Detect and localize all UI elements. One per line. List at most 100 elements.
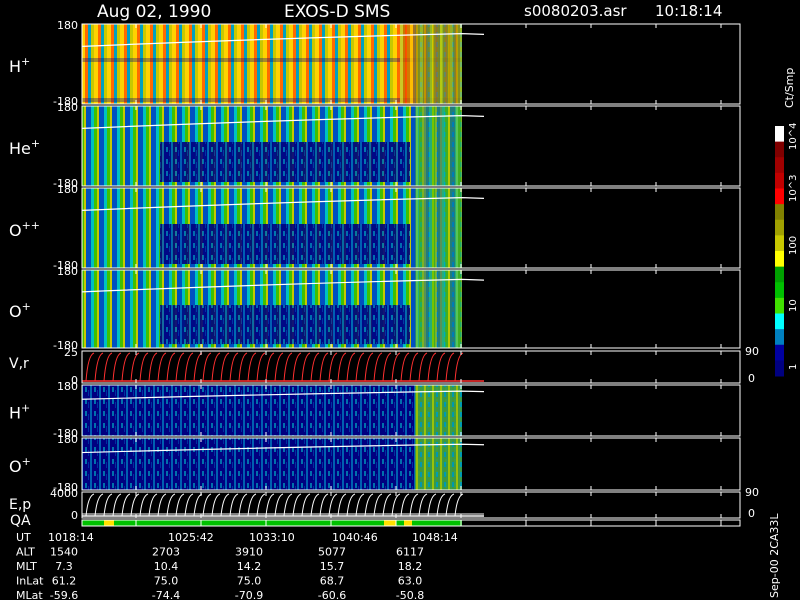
- colorbar-swatch: [775, 297, 784, 314]
- panel-vr: V,r250900: [9, 345, 759, 387]
- footer-value: 1018:14: [48, 531, 94, 544]
- colorbar-swatch: [775, 235, 784, 252]
- ylabel-he_plus: He+: [9, 137, 40, 158]
- colorbar-swatch: [775, 157, 784, 174]
- footer-value: 3910: [235, 546, 263, 559]
- footer-value: 61.2: [52, 575, 77, 588]
- colorbar-label: 10: [788, 299, 799, 312]
- panel-o_plus: O+180-180: [9, 265, 741, 352]
- panel-ep: E,p 4000 0 90 0: [9, 486, 759, 522]
- ytick-top: 180: [57, 183, 78, 196]
- panel-o_plus2: O+180-180: [9, 433, 741, 494]
- footer-value: 68.7: [320, 575, 345, 588]
- footer-value: 1048:14: [412, 531, 458, 544]
- colorbar-swatch: [775, 204, 784, 221]
- ytick-top: 180: [57, 101, 78, 114]
- ylabel-h_plus: H+: [9, 55, 30, 76]
- ylabel-o_plus: O+: [9, 300, 31, 321]
- ylabel-ep: E,p: [9, 497, 31, 513]
- header-instrument: EXOS-D SMS: [284, 2, 390, 22]
- footer-label-alt: ALT: [16, 546, 35, 559]
- footer-value: 1025:42: [168, 531, 214, 544]
- ytick-top: 25: [64, 346, 78, 359]
- sweep-traces-ep: [85, 493, 464, 517]
- ylabel-vr: V,r: [9, 356, 29, 372]
- footer-value: -74.4: [152, 589, 180, 600]
- footer-value: 15.7: [320, 560, 345, 573]
- footer-value: 63.0: [398, 575, 423, 588]
- ytick-bottom: 0: [71, 509, 78, 522]
- footer-label-mlt: MLT: [16, 560, 37, 573]
- footer-value: 7.3: [55, 560, 73, 573]
- exos-d-sms-spectrogram: Aug 02, 1990 EXOS-D SMS s0080203.asr 10:…: [9, 2, 799, 600]
- colorbar-swatch: [775, 141, 784, 158]
- footer-label-ut: UT: [16, 531, 31, 544]
- colorbar-swatch: [775, 126, 784, 143]
- heatmap-end-block: [415, 270, 462, 348]
- footer-value: 2703: [152, 546, 180, 559]
- y2tick-top: 90: [745, 345, 759, 358]
- ytick-top: 180: [57, 433, 78, 446]
- footer-label-mlat: MLat: [16, 589, 43, 600]
- footer-value: 75.0: [154, 575, 179, 588]
- footer-value: 1033:10: [249, 531, 295, 544]
- colorbar-swatch: [775, 251, 784, 268]
- heatmap-end-block: [415, 24, 462, 104]
- footer-value: 5077: [318, 546, 346, 559]
- colorbar-swatch: [775, 329, 784, 346]
- colorbar-swatch: [775, 266, 784, 283]
- colorbar-swatch: [775, 344, 784, 361]
- heatmap-end-block: [415, 385, 462, 436]
- footer-value: 1540: [50, 546, 78, 559]
- qa-flag: [104, 520, 114, 526]
- footer-value: -60.6: [318, 589, 346, 600]
- header-time: 10:18:14: [655, 2, 722, 20]
- colorbar-title: Ct/Smp: [783, 68, 796, 108]
- colorbar-swatch: [775, 219, 784, 236]
- colorbar-swatch: [775, 360, 784, 377]
- footer-value: 10.4: [154, 560, 179, 573]
- heatmap-low-flux: [160, 224, 410, 264]
- ytick-top: 180: [57, 265, 78, 278]
- colorbar-label: 10^3: [788, 175, 799, 202]
- footer-value: -50.8: [396, 589, 424, 600]
- y2tick-top: 90: [745, 486, 759, 499]
- colorbar-label: 10^4: [788, 123, 799, 150]
- footer-value: 6117: [396, 546, 424, 559]
- panel-he_plus: He+180-180: [9, 101, 741, 190]
- panel-h_plus2: H+180-180: [9, 380, 741, 440]
- footer-side-note: Sep-00 2CA33L: [768, 513, 781, 598]
- heatmap-end-block: [415, 106, 462, 186]
- colorbar-swatch: [775, 282, 784, 299]
- colorbar-swatch: [775, 172, 784, 189]
- colorbar-swatch: [775, 313, 784, 330]
- panel-o_pp: O++180-180: [9, 183, 741, 272]
- footer-value: -59.6: [50, 589, 78, 600]
- count-colorbar: 10^4 10^3 100 10 1: [775, 123, 799, 377]
- heatmap-end-block: [415, 188, 462, 268]
- ytick-top: 4000: [50, 487, 78, 500]
- ylabel-o_pp: O++: [9, 219, 40, 240]
- ytick-top: 180: [57, 380, 78, 393]
- heatmap-low-flux: [160, 305, 410, 345]
- qa-flag: [404, 520, 412, 526]
- ytick-top: 180: [57, 19, 78, 32]
- footer-value: 18.2: [398, 560, 423, 573]
- y2tick-bottom: 0: [748, 372, 755, 385]
- footer-value: 75.0: [237, 575, 262, 588]
- footer-label-inlat: InLat: [16, 575, 44, 588]
- sweep-traces-vr: [85, 352, 464, 382]
- ylabel-o_plus2: O+: [9, 455, 31, 476]
- qa-flag: [384, 520, 396, 526]
- ylabel-qa: QA: [10, 513, 31, 529]
- footer-value: 1040:46: [332, 531, 378, 544]
- y2tick-bottom: 0: [748, 507, 755, 520]
- header-date: Aug 02, 1990: [97, 2, 211, 22]
- colorbar-label: 1: [788, 364, 799, 370]
- header-file: s0080203.asr: [524, 2, 627, 20]
- colorbar-swatch: [775, 188, 784, 205]
- colorbar-label: 100: [788, 236, 799, 255]
- heatmap-end-block: [415, 438, 462, 490]
- footer-value: -70.9: [235, 589, 263, 600]
- spectrogram-panels: H+180-180He+180-180O++180-180O+180-180V,…: [9, 19, 759, 529]
